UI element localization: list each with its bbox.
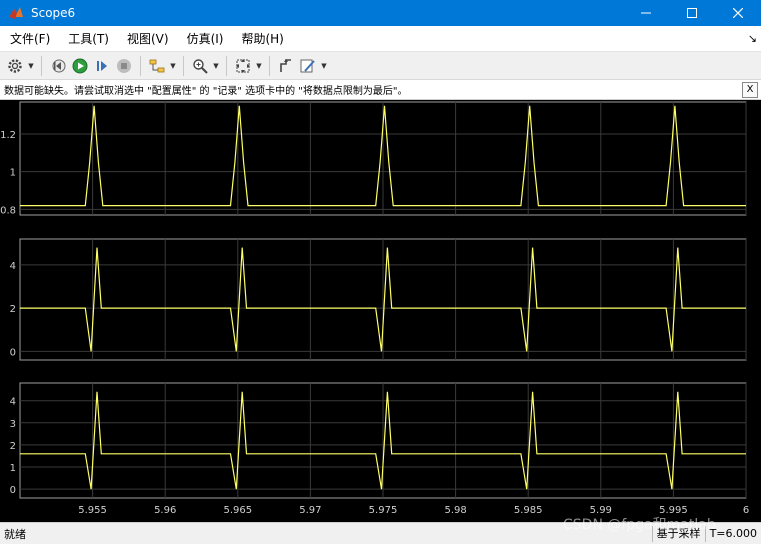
zoom-button[interactable] (189, 55, 211, 77)
minimize-button[interactable] (623, 0, 669, 26)
scope-panel-2: 0 2 4 (10, 238, 747, 361)
watermark: CSDN @fpga和matlab (563, 517, 716, 533)
step-back-button[interactable] (47, 55, 69, 77)
y-tick-label: 0 (10, 485, 16, 496)
toolbar-separator (183, 55, 184, 76)
x-tick-label: 5.98 (444, 505, 466, 516)
y-tick-label: 2 (10, 304, 16, 315)
stop-icon (117, 58, 131, 73)
toolbar-separator (226, 55, 227, 76)
settings-button[interactable] (4, 55, 26, 77)
toolbar-separator (41, 55, 42, 76)
style-icon (300, 59, 315, 72)
style-dropdown-icon[interactable]: ▼ (319, 55, 329, 77)
step-forward-icon (97, 60, 107, 71)
y-tick-label: 1 (10, 463, 16, 474)
menu-file[interactable]: 文件(F) (0, 26, 59, 52)
scope-panel-3: 012345.955 5.96 5.965 5.97 5.975 5.98 5.985 5.9… (10, 382, 749, 516)
x-tick-label: 6 (743, 505, 749, 516)
run-button[interactable] (69, 55, 91, 77)
y-tick-label: 1.2 (0, 130, 16, 141)
scope-panel-1: 0.8 1 1.2 (0, 101, 747, 216)
stop-button[interactable] (113, 55, 135, 77)
y-tick-label: 2 (10, 441, 16, 452)
toolbar-separator (269, 55, 270, 76)
step-forward-button[interactable] (91, 55, 113, 77)
run-icon (72, 58, 88, 73)
warning-message: 数据可能缺失。请尝试取消选中 "配置属性" 的 "记录" 选项卡中的 "将数据点… (4, 86, 408, 97)
x-tick-label: 5.975 (369, 505, 398, 516)
zoom-icon (193, 58, 208, 74)
menu-bar: 文件(F) 工具(T) 视图(V) 仿真(I) 帮助(H) ↘ (0, 26, 761, 52)
y-tick-label: 4 (10, 397, 16, 408)
y-tick-label: 3 (10, 419, 16, 430)
dock-arrow-icon[interactable]: ↘ (748, 32, 761, 45)
y-tick-label: 4 (10, 261, 16, 272)
window-title: Scope6 (31, 6, 76, 20)
close-icon (733, 8, 743, 18)
menu-simulation[interactable]: 仿真(I) (178, 26, 233, 52)
warning-bar: 数据可能缺失。请尝试取消选中 "配置属性" 的 "记录" 选项卡中的 "将数据点… (0, 80, 761, 100)
minimize-icon (641, 12, 651, 14)
gear-icon (8, 58, 22, 73)
fit-view-dropdown-icon[interactable]: ▼ (254, 55, 264, 77)
settings-dropdown-icon[interactable]: ▼ (26, 55, 36, 77)
warning-close-button[interactable]: X (742, 81, 758, 98)
y-tick-label: 0.8 (0, 205, 16, 216)
menu-tools[interactable]: 工具(T) (59, 26, 118, 52)
highlight-button[interactable] (146, 55, 168, 77)
scope-plots[interactable]: 0.8 1 1.2 0 2 4 0 1 2 3 4 5.955 5.96 5.965 5.97 5.975 5.… (0, 100, 761, 522)
y-tick-label: 0 (10, 347, 16, 358)
scope-plot-area[interactable]: 0.8 1 1.2 0 2 4 0 1 2 3 4 5.955 5.96 5.965 5.97 5.975 5.… (0, 100, 761, 522)
maximize-button[interactable] (669, 0, 715, 26)
menu-help[interactable]: 帮助(H) (232, 26, 292, 52)
y-tick-label: 1 (10, 168, 16, 179)
signal-select-button[interactable] (275, 55, 297, 77)
title-bar: Scope6 (0, 0, 761, 26)
close-button[interactable] (715, 0, 761, 26)
x-tick-label: 5.965 (223, 505, 252, 516)
signal-select-icon (280, 58, 291, 72)
x-tick-label: 5.985 (514, 505, 543, 516)
toolbar-separator (140, 55, 141, 76)
highlight-icon (149, 59, 165, 72)
x-tick-label: 5.97 (299, 505, 321, 516)
highlight-dropdown-icon[interactable]: ▼ (168, 55, 178, 77)
zoom-dropdown-icon[interactable]: ▼ (211, 55, 221, 77)
style-button[interactable] (297, 55, 319, 77)
maximize-icon (687, 8, 697, 18)
fit-view-icon (236, 58, 250, 73)
menu-view[interactable]: 视图(V) (118, 26, 178, 52)
step-back-icon (52, 59, 66, 72)
status-ready: 就绪 (4, 527, 26, 541)
toolbar: ▼ ▼ ▼ ▼ ▼ (0, 52, 761, 80)
matlab-scope-icon (9, 7, 23, 19)
x-tick-label: 5.955 (78, 505, 107, 516)
x-tick-label: 5.96 (154, 505, 176, 516)
fit-view-button[interactable] (232, 55, 254, 77)
